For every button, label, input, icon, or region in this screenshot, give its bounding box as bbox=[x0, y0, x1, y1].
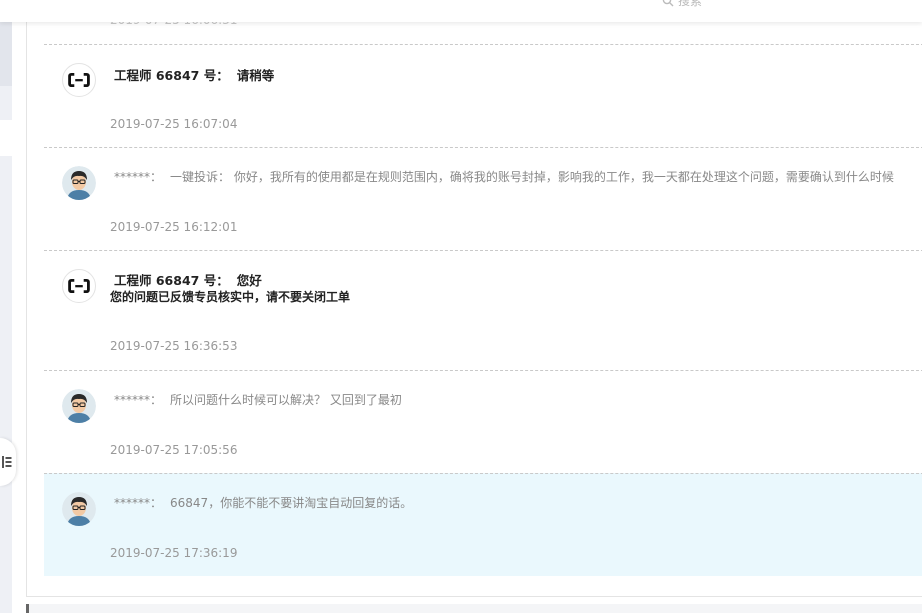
search-icon bbox=[662, 0, 674, 6]
user-avatar-icon bbox=[62, 166, 96, 200]
top-bar: 搜索 bbox=[0, 0, 922, 22]
sender-name: ******： bbox=[114, 496, 163, 510]
message-timestamp: 2019-07-25 16:36:53 bbox=[110, 339, 238, 353]
message-text: 请稍等 bbox=[236, 68, 275, 83]
reply-area-edge bbox=[26, 604, 922, 613]
message-header: ******： 66847，你能不能不要讲淘宝自动回复的话。 bbox=[114, 494, 412, 511]
message-timestamp: 2019-07-25 17:36:19 bbox=[110, 546, 238, 560]
message-header: 工程师 66847 号： 请稍等 bbox=[114, 65, 274, 84]
left-rail-gap bbox=[0, 120, 12, 156]
sender-name: ******： bbox=[114, 170, 163, 184]
aliyun-logo-icon bbox=[68, 72, 90, 88]
message-item: 工程师 66847 号： 您好 您的问题已反馈专员核实中，请不要关闭工单 2019… bbox=[44, 250, 922, 370]
user-avatar bbox=[62, 166, 96, 200]
engineer-avatar bbox=[62, 63, 96, 97]
message-timestamp: 2019-07-25 16:07:04 bbox=[110, 117, 238, 131]
message-text: 您好 bbox=[236, 273, 262, 288]
message-text: 所以问题什么时候可以解决？ 又回到了最初 bbox=[170, 393, 402, 407]
message-timestamp: 2019-07-25 16:12:01 bbox=[110, 220, 238, 234]
message-item: ******： 所以问题什么时候可以解决？ 又回到了最初 2019-07-25 1… bbox=[44, 370, 922, 473]
message-header: ******： 所以问题什么时候可以解决？ 又回到了最初 bbox=[114, 391, 402, 408]
left-rail bbox=[0, 0, 12, 613]
message-header: 工程师 66847 号： 您好 bbox=[114, 270, 262, 289]
message-text: 66847，你能不能不要讲淘宝自动回复的话。 bbox=[170, 496, 413, 510]
list-toggle-icon bbox=[2, 456, 12, 468]
user-avatar-icon bbox=[62, 389, 96, 423]
sidebar-toggle-button[interactable] bbox=[0, 438, 16, 486]
message-item: 工程师 66847 号： 请稍等 2019-07-25 16:07:04 bbox=[44, 44, 922, 147]
user-avatar bbox=[62, 389, 96, 423]
message-item-highlighted: ******： 66847，你能不能不要讲淘宝自动回复的话。 2019-07-25… bbox=[44, 473, 922, 576]
search-box[interactable]: 搜索 bbox=[662, 0, 702, 9]
message-text: 一键投诉： 你好，我所有的使用都是在规则范围内，确将我的账号封掉，影响我的工作，… bbox=[170, 170, 894, 184]
search-placeholder: 搜索 bbox=[678, 0, 703, 8]
message-header: ******： 一键投诉： 你好，我所有的使用都是在规则范围内，确将我的账号封掉，… bbox=[114, 168, 894, 185]
sender-name: ******： bbox=[114, 393, 163, 407]
sender-name: 工程师 66847 号： bbox=[114, 68, 229, 83]
engineer-avatar bbox=[62, 269, 96, 303]
message-text-line-2: 您的问题已反馈专员核实中，请不要关闭工单 bbox=[110, 290, 351, 304]
aliyun-logo-icon bbox=[68, 278, 90, 294]
message-timestamp: 2019-07-25 17:05:56 bbox=[110, 443, 238, 457]
sender-name: 工程师 66847 号： bbox=[114, 273, 229, 288]
user-avatar-icon bbox=[62, 492, 96, 526]
user-avatar bbox=[62, 492, 96, 526]
message-item: ******： 一键投诉： 你好，我所有的使用都是在规则范围内，确将我的账号封掉，… bbox=[44, 147, 922, 250]
